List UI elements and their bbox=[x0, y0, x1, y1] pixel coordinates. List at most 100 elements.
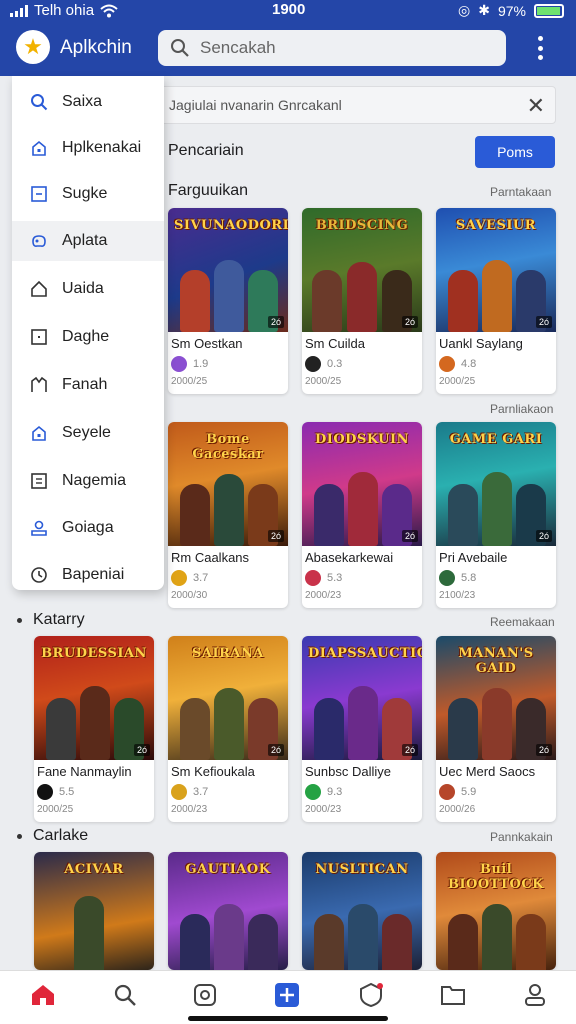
game-card[interactable]: GAME GARI 2ó Pri Avebaile 5.8 2100/23 bbox=[436, 422, 556, 608]
app-logo-icon[interactable]: ★ bbox=[16, 30, 50, 64]
game-title: Sm Cuilda bbox=[305, 336, 365, 351]
clock-icon bbox=[31, 567, 47, 583]
drawer-item-label: Daghe bbox=[62, 328, 110, 345]
release-date: 2000/23 bbox=[171, 804, 208, 815]
developer-icon bbox=[171, 356, 187, 372]
developer-icon bbox=[439, 356, 455, 372]
release-date: 2000/25 bbox=[439, 376, 476, 387]
section-link[interactable]: Reemakaan bbox=[490, 615, 555, 629]
drawer-item-label: Sugke bbox=[62, 185, 108, 202]
gamepad-icon[interactable] bbox=[190, 981, 220, 1009]
drawer-item-hplkenakai[interactable]: Hplkenakai bbox=[12, 128, 164, 168]
developer-icon bbox=[305, 570, 321, 586]
game-card[interactable]: ACIVAR bbox=[34, 852, 154, 970]
section-link[interactable]: Pannkakain bbox=[490, 830, 553, 844]
search-icon bbox=[171, 39, 189, 57]
drawer-item-label: Goiaga bbox=[62, 519, 114, 536]
pencarian-label: Pencariain bbox=[168, 142, 244, 159]
drawer-item-label: Uaida bbox=[62, 280, 104, 297]
drawer-item-daghe[interactable]: Daghe bbox=[12, 317, 164, 357]
lock-icon bbox=[32, 140, 46, 156]
drawer-item-label: Hplkenakai bbox=[62, 139, 142, 156]
game-rating: 9.3 bbox=[327, 786, 343, 798]
navigation-drawer: Saixa Hplkenakai Sugke Aplata Uaida Dagh… bbox=[12, 76, 164, 590]
game-card[interactable]: SAVESIUR 2ó Uankl Saylang 4.8 2000/25 bbox=[436, 208, 556, 394]
app-header: Telh ohia 1900 ◎ ✱ 97% ★ Aplkchin bbox=[0, 0, 576, 76]
section-link[interactable]: Parntakaan bbox=[490, 185, 551, 199]
bluetooth-icon: ✱ bbox=[478, 2, 490, 18]
home-indicator bbox=[188, 1016, 388, 1021]
release-date: 2000/26 bbox=[439, 804, 476, 815]
game-card[interactable]: Buil BIOOTTOCK bbox=[436, 852, 556, 970]
signal-icon bbox=[10, 4, 28, 17]
game-cover: BRUDESSIAN 2ó bbox=[34, 636, 154, 760]
drawer-item-seyele[interactable]: Seyele bbox=[12, 413, 164, 453]
more-options-icon[interactable] bbox=[530, 36, 550, 60]
clock: 1900 bbox=[272, 1, 306, 18]
filter-field[interactable]: Jagiulai nvanarin Gnrcakanl ✕ bbox=[160, 86, 556, 124]
game-title: Uec Merd Saocs bbox=[439, 764, 536, 779]
status-bar: Telh ohia 1900 ◎ ✱ 97% bbox=[0, 0, 576, 22]
game-card[interactable]: SIVUNAODORL 2ó Sm Oestkan 1.9 2000/25 bbox=[168, 208, 288, 394]
add-icon[interactable] bbox=[272, 981, 302, 1009]
section-link[interactable]: Parnliakaon bbox=[490, 402, 553, 416]
game-title: Abasekarkewai bbox=[305, 550, 394, 565]
shield-icon[interactable] bbox=[356, 981, 386, 1009]
game-card[interactable]: NUSLTICAN bbox=[302, 852, 422, 970]
game-card[interactable]: SAIRANA 2ó Sm Kefioukala 3.7 2000/23 bbox=[168, 636, 288, 822]
drawer-item-saixa[interactable]: Saixa bbox=[12, 82, 164, 122]
game-card[interactable]: BRUDESSIAN 2ó Fane Nanmaylin 5.5 2000/25 bbox=[34, 636, 154, 822]
wifi-icon bbox=[100, 4, 118, 17]
game-cover: GAME GARI 2ó bbox=[436, 422, 556, 546]
profile-icon[interactable] bbox=[520, 981, 550, 1009]
gamepad-icon bbox=[32, 235, 46, 247]
section-title: Carlake bbox=[33, 827, 89, 844]
game-rating: 4.8 bbox=[461, 358, 477, 370]
game-cover: ACIVAR bbox=[34, 852, 154, 970]
game-card[interactable]: MANAN'S GAID 2ó Uec Merd Saocs 5.9 2000/… bbox=[436, 636, 556, 822]
game-title: Rm Caalkans bbox=[171, 550, 250, 565]
close-icon[interactable]: ✕ bbox=[527, 93, 545, 119]
hotspot-icon: ◎ bbox=[458, 2, 471, 18]
search-bar[interactable] bbox=[158, 30, 506, 66]
release-date: 2000/23 bbox=[305, 804, 342, 815]
box-icon bbox=[31, 329, 47, 345]
drawer-item-fanah[interactable]: Fanah bbox=[12, 365, 164, 405]
developer-icon bbox=[439, 784, 455, 800]
window-icon bbox=[31, 186, 47, 202]
search-icon bbox=[31, 94, 48, 111]
drawer-item-label: Aplata bbox=[62, 232, 108, 249]
drawer-item-bapeniai[interactable]: Bapeniai bbox=[12, 555, 164, 595]
drawer-item-sugke[interactable]: Sugke bbox=[12, 174, 164, 214]
drawer-item-aplata[interactable]: Aplata bbox=[12, 221, 164, 261]
drawer-item-label: Fanah bbox=[62, 376, 108, 393]
game-card[interactable]: GAUTIAOK bbox=[168, 852, 288, 970]
game-cover: Buil BIOOTTOCK bbox=[436, 852, 556, 970]
drawer-item-goiaga[interactable]: Goiaga bbox=[12, 508, 164, 548]
app-title: Aplkchin bbox=[60, 37, 132, 58]
drawer-item-label: Bapeniai bbox=[62, 566, 125, 583]
drawer-item-uaida[interactable]: Uaida bbox=[12, 269, 164, 309]
drawer-item-nagemia[interactable]: Nagemia bbox=[12, 461, 164, 501]
game-title: Fane Nanmaylin bbox=[37, 764, 132, 779]
game-card[interactable]: DIODSKUIN 2ó Abasekarkewai 5.3 2000/23 bbox=[302, 422, 422, 608]
game-title: Pri Avebaile bbox=[439, 550, 508, 565]
game-rating: 3.7 bbox=[193, 572, 209, 584]
game-title: Sm Kefioukala bbox=[171, 764, 255, 779]
drawer-item-label: Nagemia bbox=[62, 472, 127, 489]
search-input[interactable] bbox=[200, 38, 490, 58]
game-cover: MANAN'S GAID 2ó bbox=[436, 636, 556, 760]
battery-icon bbox=[534, 3, 564, 18]
drawer-item-label: Saixa bbox=[62, 93, 103, 110]
game-card[interactable]: Bome Gaceskar 2ó Rm Caalkans 3.7 2000/30 bbox=[168, 422, 288, 608]
developer-icon bbox=[305, 356, 321, 372]
game-cover: DIODSKUIN 2ó bbox=[302, 422, 422, 546]
game-rating: 1.9 bbox=[193, 358, 209, 370]
home-icon[interactable] bbox=[28, 981, 58, 1009]
game-card[interactable]: DIAPSSAUCTION 2ó Sunbsc Dalliye 9.3 2000… bbox=[302, 636, 422, 822]
poms-button[interactable]: Poms bbox=[475, 136, 555, 168]
folder-icon[interactable] bbox=[438, 981, 468, 1009]
game-card[interactable]: BRIDSCING 2ó Sm Cuilda 0.3 2000/25 bbox=[302, 208, 422, 394]
game-cover: DIAPSSAUCTION 2ó bbox=[302, 636, 422, 760]
search-icon[interactable] bbox=[110, 981, 140, 1009]
